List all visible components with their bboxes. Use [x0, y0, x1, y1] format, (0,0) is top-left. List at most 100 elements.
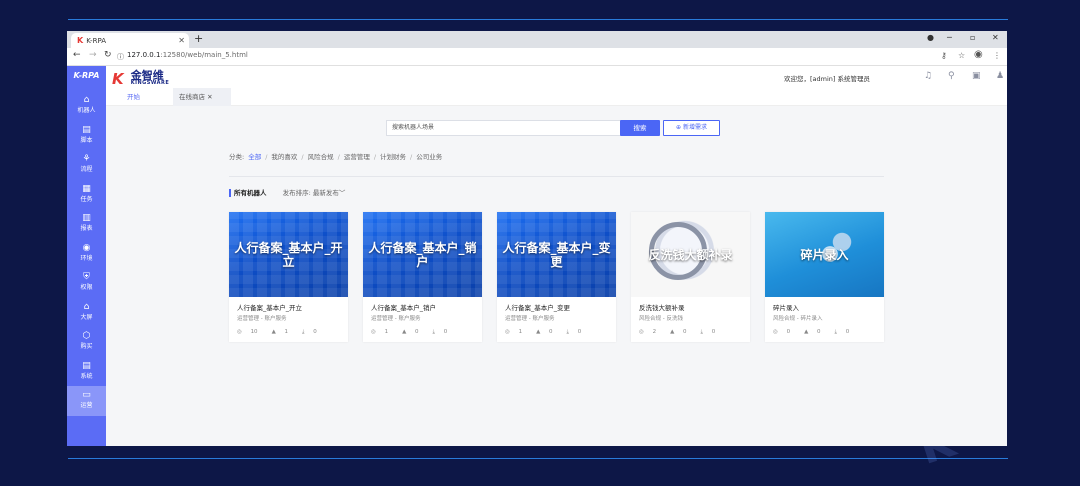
- robot-card[interactable]: 反洗钱大额补录 反洗钱大额补录 风险合规 - 反洗钱 ◎ 2 ▲ 0 ⤓ 0: [631, 212, 750, 342]
- sidebar-item-label: 环境: [80, 254, 93, 262]
- sidebar-item-environment[interactable]: ◉ 环境: [67, 239, 106, 269]
- card-thumbnail-title: 反洗钱大额补录: [648, 247, 733, 262]
- browser-tab[interactable]: K K-RPA ✕: [71, 33, 189, 48]
- tab-close-icon[interactable]: ✕: [178, 33, 185, 48]
- tab-start[interactable]: 开始: [121, 88, 146, 106]
- likes-stat[interactable]: ▲ 0: [536, 329, 559, 335]
- bell-icon[interactable]: ♫: [924, 71, 932, 81]
- card-stats: ◎ 10 ▲ 1 ⤓ 0: [229, 322, 348, 342]
- card-title[interactable]: 碎片录入: [765, 297, 884, 312]
- sort-dropdown[interactable]: 最新发布﹀: [313, 189, 346, 197]
- sidebar-item-flow[interactable]: ⚘ 流程: [67, 150, 106, 180]
- download-icon: ⤓: [302, 329, 305, 335]
- new-tab-icon[interactable]: +: [194, 32, 203, 45]
- sidebar-item-label: 购买: [80, 343, 93, 350]
- back-icon[interactable]: ←: [73, 50, 81, 60]
- download-icon: ⤓: [834, 329, 837, 335]
- likes-stat[interactable]: ▲ 0: [804, 329, 827, 335]
- robot-card[interactable]: 人行备案_基本户_变更 人行备案_基本户_变更 运营管理 - 账户服务 ◎ 1 ▲ 0 ⤓…: [497, 212, 616, 342]
- card-category: 运营管理 - 账户服务: [237, 316, 287, 322]
- eye-icon: ◎: [371, 329, 376, 335]
- category-filter: 分类: 全部 / 我的喜欢 / 风险合规 / 运营管理 / 计划财务 / 公司业务: [229, 151, 442, 161]
- card-category: 风险合规 - 碎片录入: [773, 316, 823, 322]
- downloads-stat[interactable]: ⤓ 0: [433, 329, 455, 335]
- sidebar-item-script[interactable]: ▤ 脚本: [67, 121, 106, 151]
- robot-card[interactable]: 人行备案_基本户_开立 人行备案_基本户_开立 运营管理 - 账户服务 ◎ 10 ▲ 1…: [229, 212, 348, 342]
- reload-icon[interactable]: ↻: [104, 50, 112, 60]
- chevron-down-icon: ﹀: [338, 189, 346, 197]
- category-separator: /: [410, 153, 413, 161]
- maximize-icon[interactable]: ▫: [970, 33, 975, 42]
- lock-icon[interactable]: ▣: [972, 71, 981, 81]
- sidebar-item-system[interactable]: ▤ 系统: [67, 357, 106, 387]
- sidebar-item-permission[interactable]: ⛨ 权限: [67, 268, 106, 298]
- sidebar-item-operation[interactable]: ▭ 运营: [67, 386, 106, 416]
- sidebar-item-label: 报表: [80, 225, 93, 232]
- card-thumbnail[interactable]: 碎片录入: [765, 212, 884, 297]
- sidebar-item-label: 脚本: [80, 136, 93, 144]
- eye-icon: ◎: [237, 329, 242, 335]
- robot-card[interactable]: 碎片录入 碎片录入 风险合规 - 碎片录入 ◎ 0 ▲ 0 ⤓ 0: [765, 212, 884, 342]
- card-thumbnail[interactable]: 人行备案_基本户_销户: [363, 212, 482, 297]
- environment-icon: ◉: [82, 242, 91, 253]
- card-category: 运营管理 - 账户服务: [505, 316, 555, 322]
- card-title[interactable]: 反洗钱大额补录: [631, 297, 750, 312]
- category-separator: /: [265, 153, 268, 161]
- tab-logo-icon: K: [77, 36, 84, 45]
- search-button[interactable]: 搜索: [620, 120, 660, 136]
- tab-online-store[interactable]: 在线商店 ✕: [173, 88, 231, 106]
- report-icon: ▥: [82, 213, 91, 223]
- window-close-icon[interactable]: ✕: [992, 33, 999, 42]
- category-item[interactable]: 我的喜欢: [271, 153, 297, 161]
- operation-icon: ▭: [82, 390, 91, 400]
- downloads-stat[interactable]: ⤓ 0: [835, 329, 857, 335]
- minimize-icon[interactable]: ─: [947, 33, 952, 42]
- search-input[interactable]: 搜索机器人场景: [386, 120, 621, 136]
- category-item[interactable]: 公司业务: [416, 153, 442, 161]
- user-icon[interactable]: ♟: [996, 71, 1004, 81]
- card-thumbnail[interactable]: 人行备案_基本户_变更: [497, 212, 616, 297]
- category-item[interactable]: 全部: [248, 153, 261, 161]
- card-title[interactable]: 人行备案_基本户_销户: [363, 297, 482, 312]
- info-icon: ⓘ: [117, 53, 124, 61]
- category-item[interactable]: 计划财务: [380, 153, 406, 161]
- main-content: 搜索机器人场景 搜索 ⊕ 新增需求 分类: 全部 / 我的喜欢 / 风险合规 / 运营管理 / 计…: [106, 106, 1007, 446]
- sidebar-item-screen[interactable]: ⌂ 大屏: [67, 298, 106, 328]
- views-stat: ◎ 1: [371, 329, 389, 335]
- sidebar-item-label: 系统: [80, 372, 93, 380]
- sidebar-item-robot[interactable]: ⌂ 机器人: [67, 91, 106, 121]
- sidebar-item-report[interactable]: ▥ 报表: [67, 209, 106, 239]
- browser-menu-icon[interactable]: ⋮: [993, 51, 1001, 60]
- card-thumbnail[interactable]: 反洗钱大额补录: [631, 212, 750, 297]
- category-item[interactable]: 风险合规: [308, 153, 334, 161]
- key-icon[interactable]: ⚷: [941, 51, 947, 60]
- card-stats: ◎ 0 ▲ 0 ⤓ 0: [765, 322, 884, 342]
- category-item[interactable]: 运营管理: [344, 153, 370, 161]
- plus-icon: ⊕: [676, 124, 682, 131]
- extension-icon[interactable]: ●: [927, 33, 934, 42]
- downloads-stat[interactable]: ⤓ 0: [567, 329, 589, 335]
- downloads-stat[interactable]: ⤓ 0: [701, 329, 723, 335]
- search-icon[interactable]: ⚲: [948, 71, 955, 81]
- all-robots-label[interactable]: 所有机器人: [229, 189, 267, 197]
- likes-stat[interactable]: ▲ 1: [272, 329, 295, 335]
- card-category: 运营管理 - 账户服务: [371, 316, 421, 322]
- sidebar-item-task[interactable]: ▦ 任务: [67, 180, 106, 210]
- forward-icon[interactable]: →: [89, 50, 97, 60]
- url-field[interactable]: 127.0.0.1:12580/web/main_5.html: [127, 51, 248, 59]
- likes-stat[interactable]: ▲ 0: [670, 329, 693, 335]
- add-request-button[interactable]: ⊕ 新增需求: [663, 120, 720, 136]
- likes-stat[interactable]: ▲ 0: [402, 329, 425, 335]
- tab-close-icon[interactable]: ✕: [207, 93, 212, 101]
- bookmark-star-icon[interactable]: ☆: [958, 51, 965, 60]
- sidebar-item-label: 流程: [80, 166, 93, 173]
- card-title[interactable]: 人行备案_基本户_开立: [229, 297, 348, 312]
- sidebar-item-purchase[interactable]: ⬡ 购买: [67, 327, 106, 357]
- robot-card[interactable]: 人行备案_基本户_销户 人行备案_基本户_销户运营管理 - 账户服务 ◎ 1 ▲ 0 ⤓…: [363, 212, 482, 342]
- profile-icon[interactable]: ◉: [974, 49, 983, 60]
- sidebar-logo: K-RPA: [73, 71, 100, 80]
- card-thumbnail[interactable]: 人行备案_基本户_开立: [229, 212, 348, 297]
- card-title[interactable]: 人行备案_基本户_变更: [497, 297, 616, 312]
- downloads-stat[interactable]: ⤓ 0: [302, 329, 324, 335]
- card-thumbnail-title: 碎片录入: [800, 247, 849, 262]
